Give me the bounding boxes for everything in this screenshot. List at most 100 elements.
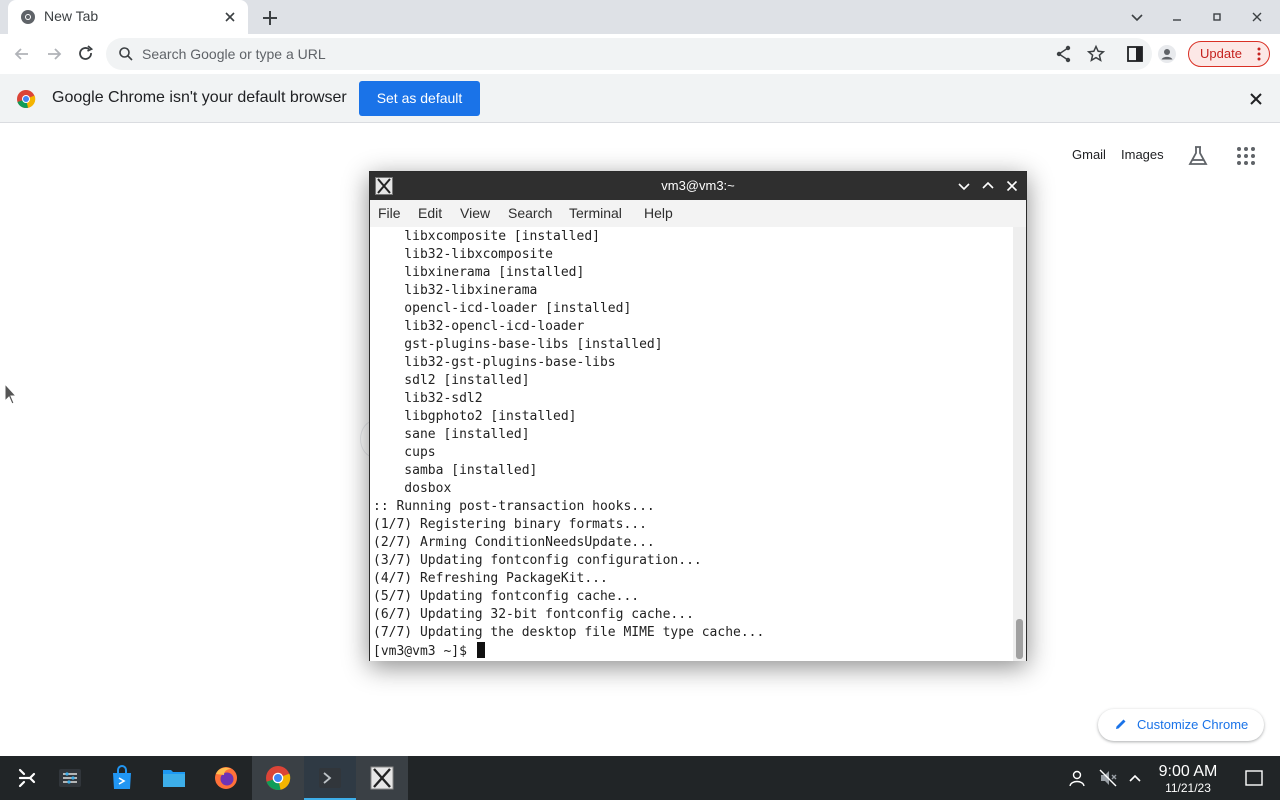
terminal-line: (3/7) Updating fontconfig configuration.… [373, 553, 702, 568]
window-close-icon[interactable] [1248, 8, 1266, 26]
terminal-line: (5/7) Updating fontconfig cache... [373, 589, 640, 604]
taskbar-xterm[interactable] [356, 756, 408, 800]
pencil-icon [1116, 719, 1126, 729]
terminal-line: cups [373, 445, 436, 460]
customize-chrome-button[interactable]: Customize Chrome [1098, 709, 1264, 741]
chrome-favicon-icon [21, 10, 35, 24]
terminal-prompt-line[interactable]: [vm3@vm3 ~]$ [373, 642, 485, 660]
terminal-scrollbar-thumb[interactable] [1016, 619, 1023, 659]
taskbar [0, 756, 1280, 800]
labs-flask-icon[interactable] [1186, 144, 1210, 168]
clock-date[interactable]: 11/21/23 [1150, 781, 1226, 795]
images-link[interactable]: Images [1121, 147, 1164, 162]
tab-search-chevron-icon[interactable] [1128, 8, 1146, 26]
tab-strip: New Tab [0, 0, 1280, 34]
menu-edit[interactable]: Edit [418, 205, 442, 221]
show-desktop-icon[interactable] [1244, 768, 1264, 788]
forward-arrow-icon[interactable] [44, 44, 64, 64]
tab-title: New Tab [44, 8, 99, 24]
terminal-title: vm3@vm3:~ [661, 178, 735, 193]
terminal-line: (6/7) Updating 32-bit fontconfig cache..… [373, 607, 694, 622]
omnibox-input[interactable] [142, 38, 1042, 70]
taskbar-discover-store[interactable] [96, 756, 148, 800]
taskbar-file-manager[interactable] [148, 756, 200, 800]
terminal-line: (7/7) Updating the desktop file MIME typ… [373, 625, 765, 640]
omnibox[interactable] [106, 38, 1152, 70]
terminal-prompt: [vm3@vm3 ~]$ [373, 644, 475, 659]
folder-icon [163, 770, 185, 787]
terminal-window[interactable]: vm3@vm3:~ File Edit View Search Terminal… [369, 171, 1027, 661]
terminal-line: sane [installed] [373, 427, 530, 442]
chrome-logo-icon [17, 90, 36, 109]
taskbar-google-chrome[interactable] [252, 756, 304, 800]
konsole-icon [319, 768, 341, 788]
terminal-line: (1/7) Registering binary formats... [373, 517, 647, 532]
new-tab-plus-icon[interactable] [258, 6, 282, 30]
taskbar-system-settings[interactable] [44, 756, 96, 800]
menu-file[interactable]: File [378, 205, 401, 221]
terminal-scrollbar[interactable] [1013, 227, 1026, 661]
gmail-link[interactable]: Gmail [1072, 147, 1106, 162]
menu-help[interactable]: Help [644, 205, 673, 221]
minimize-icon[interactable] [1168, 8, 1186, 26]
terminal-line: (4/7) Refreshing PackageKit... [373, 571, 608, 586]
terminal-line: opencl-icd-loader [installed] [373, 301, 632, 316]
tray-expand-chevron-icon[interactable] [1125, 768, 1145, 788]
taskbar-firefox[interactable] [200, 756, 252, 800]
terminal-output[interactable]: libxcomposite [installed] lib32-libxcomp… [370, 227, 1013, 661]
terminal-line: (2/7) Arming ConditionNeedsUpdate... [373, 535, 655, 550]
text-cursor [476, 642, 485, 658]
firefox-icon [215, 767, 237, 789]
volume-muted-icon[interactable] [1098, 768, 1118, 788]
terminal-line: libxinerama [installed] [373, 265, 585, 280]
terminal-line: libxcomposite [installed] [373, 229, 600, 244]
reload-icon[interactable] [76, 44, 96, 64]
terminal-line: lib32-gst-plugins-base-libs [373, 355, 616, 370]
infobar-message: Google Chrome isn't your default browser [52, 89, 347, 106]
taskbar-konsole[interactable] [304, 756, 356, 800]
terminal-line: lib32-sdl2 [373, 391, 483, 406]
set-as-default-button[interactable]: Set as default [359, 81, 480, 116]
bookmark-star-icon[interactable] [1086, 44, 1106, 64]
profile-avatar-icon[interactable] [1157, 44, 1177, 64]
menu-terminal[interactable]: Terminal [569, 205, 622, 221]
update-button[interactable]: Update [1188, 41, 1270, 67]
tab-close-icon[interactable] [222, 9, 238, 25]
maximize-icon[interactable] [1208, 8, 1226, 26]
more-vertical-icon [1257, 47, 1261, 61]
clock-time[interactable]: 9:00 AM [1150, 763, 1226, 781]
terminal-maximize-icon[interactable] [981, 179, 995, 193]
search-icon [119, 47, 133, 61]
update-label: Update [1200, 46, 1242, 61]
menu-search[interactable]: Search [508, 205, 552, 221]
infobar-close-icon[interactable] [1248, 91, 1264, 107]
system-settings-icon [59, 769, 81, 787]
terminal-line: dosbox [373, 481, 452, 496]
terminal-line: gst-plugins-base-libs [installed] [373, 337, 663, 352]
chrome-icon [266, 766, 291, 790]
terminal-line: sdl2 [installed] [373, 373, 530, 388]
terminal-close-icon[interactable] [1005, 179, 1019, 193]
app-launcher-icon [18, 768, 36, 788]
terminal-line: lib32-libxinerama [373, 283, 538, 298]
terminal-menubar: File Edit View Search Terminal Help [370, 200, 1026, 227]
discover-store-icon [113, 765, 131, 789]
browser-toolbar: Update [0, 34, 1280, 74]
back-arrow-icon[interactable] [12, 44, 32, 64]
menu-view[interactable]: View [460, 205, 490, 221]
default-browser-infobar: Google Chrome isn't your default browser… [0, 74, 1280, 123]
google-apps-grid-icon[interactable] [1234, 144, 1258, 168]
terminal-line: lib32-libxcomposite [373, 247, 554, 262]
share-icon[interactable] [1054, 44, 1074, 64]
mouse-pointer-icon [4, 383, 18, 405]
customize-chrome-label: Customize Chrome [1137, 717, 1249, 732]
terminal-line: samba [installed] [373, 463, 538, 478]
terminal-titlebar[interactable]: vm3@vm3:~ [370, 172, 1026, 200]
user-switch-icon[interactable] [1067, 768, 1087, 788]
terminal-line: :: Running post-transaction hooks... [373, 499, 655, 514]
xterm-icon [370, 766, 394, 790]
terminal-minimize-icon[interactable] [957, 179, 971, 193]
terminal-line: lib32-opencl-icd-loader [373, 319, 585, 334]
tab-new-tab[interactable]: New Tab [8, 0, 248, 34]
side-panel-icon[interactable] [1125, 44, 1145, 64]
